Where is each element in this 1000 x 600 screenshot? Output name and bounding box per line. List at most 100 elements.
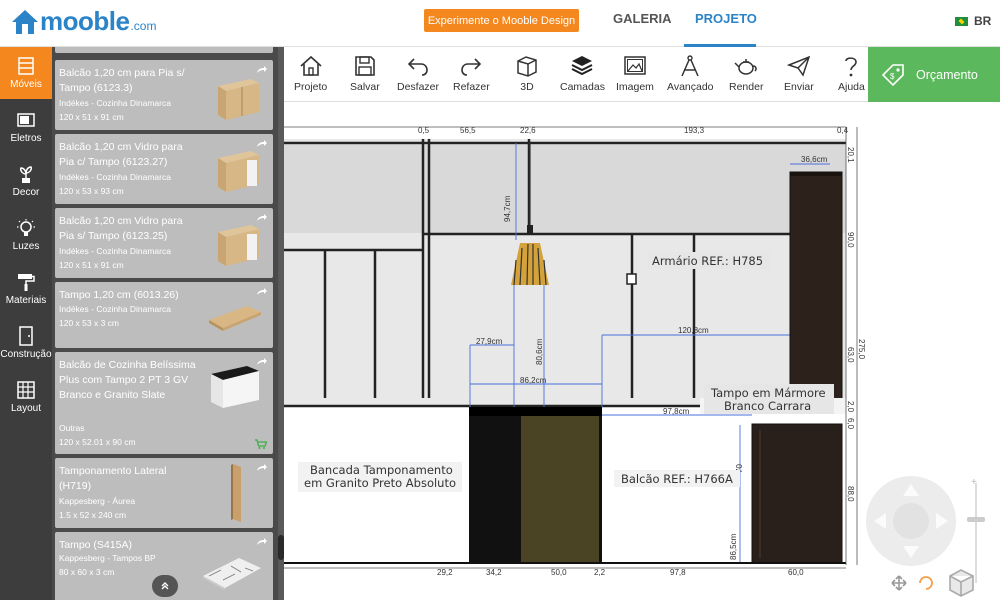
catalog-card[interactable]: Tamponamento Lateral (H719) Kappesberg -… (55, 458, 273, 528)
cabinet-thumbnail (218, 225, 259, 266)
nav-item-construcao[interactable]: Construção (0, 317, 52, 369)
dim-label: 97,8cm (663, 407, 690, 416)
nav-label: Luzes (12, 241, 40, 252)
tool-label: Camadas (560, 81, 605, 93)
card-title: Balcão 1,20 cm Vidro para Pia c/ Tampo (… (59, 141, 183, 168)
salvar-button[interactable]: Salvar (350, 53, 380, 93)
category-nav: Móveis Eletros Decor Luzes Materiais Con… (0, 47, 52, 600)
tool-label: 3D (520, 81, 534, 93)
dim-label: 97,8 (670, 568, 686, 577)
cart-icon[interactable] (255, 439, 267, 449)
camadas-button[interactable]: Camadas (560, 53, 605, 93)
label-bancada-line2: em Granito Preto Absoluto (304, 476, 456, 490)
cube-view-icon (949, 569, 974, 597)
side-panel-thumbnail (231, 464, 241, 522)
dim-label: 88,0 (846, 486, 855, 502)
tool-label: Imagem (616, 81, 654, 93)
svg-text:$: $ (890, 72, 895, 81)
lightbulb-icon (17, 219, 35, 236)
card-title: Tamponamento Lateral (H719) (59, 465, 167, 492)
wall-tile-area (284, 145, 846, 233)
card-dimensions: 120 x 52.01 x 90 cm (59, 437, 136, 447)
orcamento-button[interactable]: $ Orçamento (868, 47, 1000, 102)
label-tampo-line1: Tampo em Mármore (710, 386, 826, 400)
collapse-button[interactable] (152, 575, 178, 597)
imagem-button[interactable]: Imagem (616, 53, 654, 93)
dim-label: 86,2cm (520, 376, 547, 385)
tab-projeto[interactable]: PROJETO (695, 11, 757, 26)
dim-label: 60,0 (788, 568, 804, 577)
catalog-card[interactable]: Balcão de Cozinha Belíssima Plus com Tam… (55, 352, 273, 454)
nav-item-eletros[interactable]: Eletros (0, 101, 52, 153)
card-brand: Indékes - Cozinha Dinamarca (59, 304, 171, 314)
promo-button[interactable]: Experimente o Mooble Design (424, 9, 579, 32)
share-icon[interactable] (256, 463, 267, 472)
cabinet-thumbnail (211, 366, 259, 408)
share-icon[interactable] (256, 537, 267, 546)
card-dimensions: 120 x 53 x 93 cm (59, 186, 124, 196)
ajuda-button[interactable]: Ajuda (838, 53, 865, 93)
logo[interactable]: mooble .com (10, 6, 156, 37)
design-canvas[interactable]: 0,5 56,5 22,6 193,3 0,4 94,7cm 36,6cm 27… (284, 102, 1000, 600)
avancado-button[interactable]: Avançado (667, 53, 714, 93)
card-brand: Indékes - Cozinha Dinamarca (59, 246, 171, 256)
3d-button[interactable]: 3D (514, 53, 540, 93)
language-label: BR (974, 14, 992, 28)
dim-label: 0,5 (418, 126, 430, 135)
dim-label: 6,0 (846, 418, 855, 430)
dim-label: 56,5 (460, 126, 476, 135)
share-icon[interactable] (256, 65, 267, 74)
label-tampo-line2: Branco Carrara (724, 399, 811, 413)
share-icon[interactable] (256, 287, 267, 296)
help-icon (845, 57, 858, 77)
desfazer-button[interactable]: Desfazer (397, 53, 439, 93)
dim-label: 80,6cm (535, 338, 544, 365)
tool-label: Desfazer (397, 81, 440, 93)
undo-icon (407, 58, 428, 76)
tool-label: Projeto (294, 81, 328, 93)
nav-item-luzes[interactable]: Luzes (0, 209, 52, 261)
logo-text: mooble (40, 6, 130, 36)
dim-label: 22,6 (520, 126, 536, 135)
dim-label: 193,3 (684, 126, 705, 135)
card-title: Tampo 1,20 cm (6013.26) (59, 289, 179, 301)
nav-item-layout[interactable]: Layout (0, 371, 52, 423)
home-icon (300, 55, 322, 76)
chevron-up-icon (161, 582, 169, 590)
label-armario: Armário REF.: H785 (652, 254, 763, 268)
furniture-icon (18, 57, 34, 75)
refazer-button[interactable]: Refazer (453, 53, 490, 93)
nav-item-materiais[interactable]: Materiais (0, 263, 52, 315)
enviar-button[interactable]: Enviar (784, 53, 814, 93)
dim-label: 275,0 (857, 339, 866, 360)
card-brand: Indékes - Cozinha Dinamarca (59, 98, 171, 108)
render-button[interactable]: Render (729, 53, 763, 93)
card-title: Balcão 1,20 cm para Pia s/ Tampo (6123.3… (59, 67, 185, 94)
cabinet-thumbnail (218, 151, 259, 192)
svg-text:+: + (971, 477, 977, 488)
lower-cabinet (751, 423, 843, 564)
label-bancada-line1: Bancada Tamponamento (310, 463, 453, 477)
language-selector[interactable]: BR (955, 14, 991, 28)
card-dimensions: 120 x 51 x 91 cm (59, 112, 124, 122)
door-icon (19, 326, 33, 346)
dim-label: 50,0 (551, 568, 567, 577)
product-catalog[interactable]: Balcão 1,20 cm para Pia s/ Tampo (6123.3… (52, 47, 284, 600)
tab-galeria[interactable]: GALERIA (613, 11, 672, 26)
label-balcao: Balcão REF.: H766A (621, 472, 733, 486)
card-title: Tampo (S415A) (59, 539, 132, 551)
marble-top-thumbnail (203, 558, 261, 590)
catalog-card[interactable]: Balcão 1,20 cm Vidro para Pia c/ Tampo (… (55, 134, 273, 204)
nav-item-decor[interactable]: Decor (0, 155, 52, 207)
nav-item-moveis[interactable]: Móveis (0, 47, 52, 99)
catalog-card[interactable]: Balcão 1,20 cm para Pia s/ Tampo (6123.3… (55, 60, 273, 130)
catalog-card-partial[interactable] (55, 47, 273, 53)
catalog-card[interactable]: Balcão 1,20 cm Vidro para Pia s/ Tampo (… (55, 208, 273, 278)
projeto-button[interactable]: Projeto (294, 53, 327, 93)
dim-label: 36,6cm (801, 155, 828, 164)
catalog-card[interactable]: Tampo 1,20 cm (6013.26) Indékes - Cozinh… (55, 282, 273, 348)
cube-icon (517, 56, 537, 77)
tool-label: Ajuda (838, 81, 865, 93)
dim-label: 0,4 (837, 126, 849, 135)
nav-label: Materiais (5, 295, 47, 306)
